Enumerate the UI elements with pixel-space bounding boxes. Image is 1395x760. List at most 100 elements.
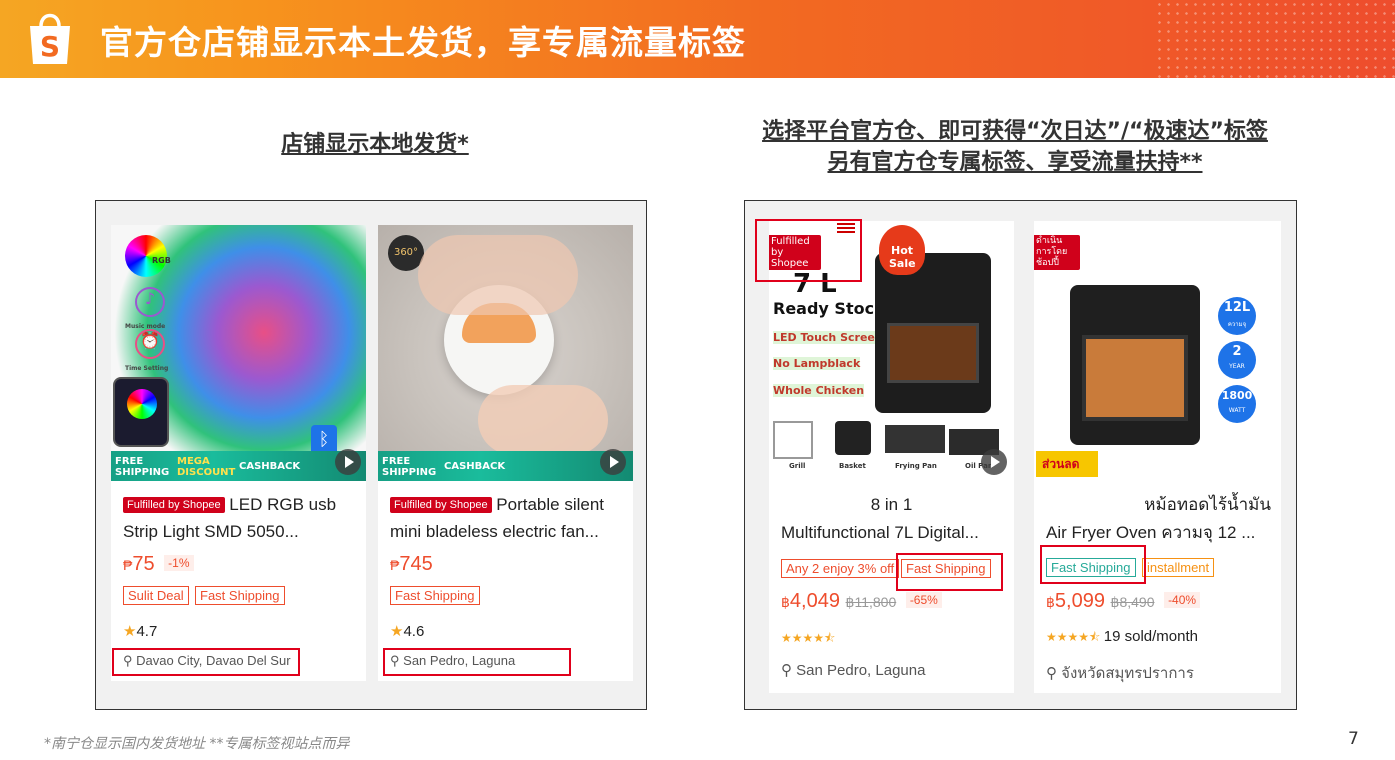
promo-strip: FREE SHIPPING CASHBACK <box>378 451 633 481</box>
product-name-line2: mini bladeless electric fan... <box>390 522 599 541</box>
product-price: ₱75 -1% <box>123 553 194 576</box>
price-value: 4,049 <box>789 590 840 612</box>
product-title[interactable]: Fulfilled by Shopee Portable silent mini… <box>390 491 623 545</box>
page-title: 官方仓店铺显示本土发货，享专属流量标签 <box>100 23 746 62</box>
free-shipping-label: FREE SHIPPING <box>115 456 170 478</box>
tag-any-2-enjoy: Any 2 enjoy 3% off <box>781 559 900 578</box>
hot-sale-flame-icon: Hot Sale <box>879 225 925 275</box>
location-pin-icon: ⚲ <box>781 662 792 679</box>
feature-led-touch: LED Touch Screen <box>773 331 883 344</box>
time-setting-label: Time Setting <box>125 365 169 372</box>
rgb-label: RGB <box>152 256 171 265</box>
right-screenshot-frame: Fulfilled by Shopee 7 L Ready Stock LED … <box>744 200 1297 710</box>
price-value: 5,099 <box>1054 590 1105 612</box>
location-text: จังหวัดสมุทรปราการ <box>1061 665 1194 682</box>
product-card-mini-fan[interactable]: 360° FREE SHIPPING CASHBACK Fulfilled by… <box>378 225 633 681</box>
product-name-line2[interactable]: Air Fryer Oven ความจุ 12 ... <box>1046 519 1271 546</box>
highlight-box-fast-shipping <box>896 553 1003 591</box>
phone-app-image <box>113 377 169 447</box>
hot-label: Hot <box>891 244 914 257</box>
play-video-icon[interactable] <box>981 449 1007 475</box>
promo-strip: FREE SHIPPING MEGA DISCOUNT CASHBACK <box>111 451 366 481</box>
location-pin-icon: ⚲ <box>1046 665 1057 682</box>
right-title-line2: 另有官方仓专属标签、享受流量扶持** <box>827 150 1203 175</box>
footnote: *南宁仓显示国内发货地址 **专属标签视站点而异 <box>44 736 350 752</box>
logo-letter: S <box>40 30 60 63</box>
original-price: ฿8,490 <box>1110 594 1155 610</box>
product-image-air-fryer-oven[interactable]: ดำเนินการโดยช้อปปี้ 12L ความจุ 2 YEAR 18… <box>1034 221 1281 477</box>
product-price: ฿4,049 ฿11,800 -65% <box>781 590 942 613</box>
price-value: 745 <box>399 553 433 575</box>
left-section-title: 店铺显示本地发货* <box>281 132 469 157</box>
currency-symbol: ฿ <box>781 594 790 610</box>
banner-dot-pattern <box>1155 0 1395 78</box>
cashback-label: CASHBACK <box>444 461 506 472</box>
play-video-icon[interactable] <box>600 449 626 475</box>
wattage-value: 1800 <box>1221 389 1253 402</box>
capacity-sub: ความจุ <box>1227 321 1247 328</box>
product-name-line1[interactable]: 8 in 1 <box>769 491 1014 518</box>
product-price: ฿5,099 ฿8,490 -40% <box>1046 590 1201 613</box>
accessory-basket-image <box>835 421 871 455</box>
product-card-air-fryer-oven[interactable]: ดำเนินการโดยช้อปปี้ 12L ความจุ 2 YEAR 18… <box>1034 221 1281 693</box>
alarm-clock-icon: ⏰ <box>135 329 165 359</box>
hand-image-lower <box>478 385 608 455</box>
accessory-frying-pan-label: Frying Pan <box>895 462 937 470</box>
original-price: ฿11,800 <box>845 594 897 610</box>
product-location: ⚲ จังหวัดสมุทรปราการ <box>1046 661 1194 685</box>
left-screenshot-frame: RGB ♪ Music mode ⏰ Time Setting ᛒ FREE S… <box>95 200 647 710</box>
price-value: 75 <box>132 553 155 575</box>
highlight-box-fulfilled-badge <box>755 219 862 282</box>
tag-sulit-deal: Sulit Deal <box>123 586 189 605</box>
accessory-grill-label: Grill <box>789 462 806 470</box>
product-price: ₱745 <box>390 553 433 576</box>
currency-symbol: ₱ <box>123 557 133 573</box>
hand-image <box>418 235 578 315</box>
wattage-sub: WATT <box>1228 407 1246 414</box>
sale-label: Sale <box>889 257 916 270</box>
play-video-icon[interactable] <box>335 449 361 475</box>
warranty-sub: YEAR <box>1229 363 1245 370</box>
product-name-line1[interactable]: หม้อทอดไร้น้ำมัน <box>1034 491 1271 518</box>
discount-badge: -65% <box>905 592 942 608</box>
star-icon: ★ <box>390 623 404 640</box>
warranty-value: 2 <box>1232 344 1242 359</box>
discount-badge: -1% <box>164 555 194 571</box>
feature-whole-chicken: Whole Chicken <box>773 384 865 397</box>
product-card-led-strip[interactable]: RGB ♪ Music mode ⏰ Time Setting ᛒ FREE S… <box>111 225 366 681</box>
sold-count: 19 sold/month <box>1103 628 1198 645</box>
product-name-line2[interactable]: Multifunctional 7L Digital... <box>781 519 1004 546</box>
product-location: ⚲ San Pedro, Laguna <box>781 661 925 679</box>
product-image-mini-fan[interactable]: 360° FREE SHIPPING CASHBACK <box>378 225 633 481</box>
music-icon: ♪ <box>135 287 165 317</box>
free-shipping-label: FREE SHIPPING <box>382 456 437 478</box>
warranty-badge: 2 YEAR <box>1218 341 1256 379</box>
feature-no-lampblack: No Lampblack <box>773 357 861 370</box>
rating-value: 4.7 <box>136 623 158 640</box>
highlight-box-location <box>112 648 300 676</box>
highlight-box-fast-shipping <box>1040 545 1146 584</box>
location-text: San Pedro, Laguna <box>796 662 926 679</box>
right-title-line1: 选择平台官方仓、即可获得“次日达”/“极速达”标签 <box>762 119 1268 144</box>
discount-promo-label: ส่วนลด <box>1036 451 1098 477</box>
product-rating: ★★★★⯪ 19 sold/month <box>1046 628 1198 649</box>
product-rating: ★4.7 <box>123 622 157 640</box>
shopee-bag-icon: S <box>30 13 70 64</box>
header-banner: S 官方仓店铺显示本土发货，享专属流量标签 <box>0 0 1395 78</box>
accessory-grill-image <box>773 421 813 459</box>
accessory-frying-pan-image <box>885 425 945 453</box>
mega-discount-label: MEGA DISCOUNT <box>177 456 236 478</box>
product-title[interactable]: Fulfilled by Shopee LED RGB usb Strip Li… <box>123 491 356 545</box>
product-card-7l-air-fryer[interactable]: Fulfilled by Shopee 7 L Ready Stock LED … <box>769 221 1014 693</box>
product-name-line1: LED RGB usb <box>229 495 337 514</box>
product-image-led-strip[interactable]: RGB ♪ Music mode ⏰ Time Setting ᛒ FREE S… <box>111 225 366 481</box>
air-fryer-oven-image <box>1070 285 1200 445</box>
product-rating: ★★★★⯪ <box>781 629 835 650</box>
ready-stock-label: Ready Stock <box>773 299 885 318</box>
fulfilled-by-shopee-badge: ดำเนินการโดยช้อปปี้ <box>1034 235 1080 270</box>
cashback-label: CASHBACK <box>239 461 301 472</box>
product-name-line2: Strip Light SMD 5050... <box>123 522 299 541</box>
air-fryer-image <box>875 253 991 413</box>
star-rating-icons: ★★★★⯪ <box>781 631 836 645</box>
tag-installment: installment <box>1142 558 1215 577</box>
